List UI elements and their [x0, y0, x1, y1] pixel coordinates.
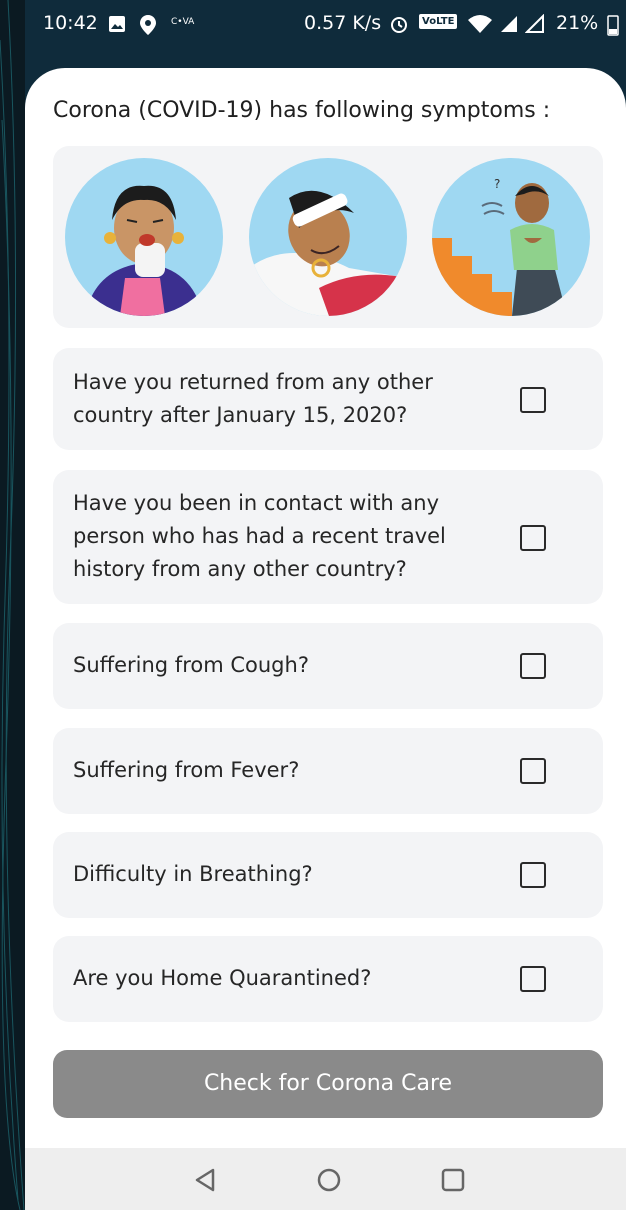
- back-icon[interactable]: [191, 1166, 219, 1194]
- location-icon: [140, 15, 156, 35]
- cough-checkbox[interactable]: [520, 653, 546, 679]
- question-label: Have you returned from any other country…: [73, 370, 433, 427]
- coughing-woman-illustration: [65, 158, 223, 316]
- contact-with-traveler-checkbox[interactable]: [520, 525, 546, 551]
- question-label: Difficulty in Breathing?: [73, 862, 313, 886]
- check-corona-care-button[interactable]: Check for Corona Care: [53, 1050, 603, 1118]
- fever-checkbox[interactable]: [520, 758, 546, 784]
- returned-from-abroad-checkbox[interactable]: [520, 387, 546, 413]
- network-speed: 0.57 K/s: [304, 12, 382, 34]
- recents-icon[interactable]: [439, 1166, 467, 1194]
- svg-text:?: ?: [494, 177, 500, 191]
- home-icon[interactable]: [315, 1166, 343, 1194]
- question-label: Have you been in contact with any person…: [73, 491, 446, 581]
- question-contact-with-traveler[interactable]: Have you been in contact with any person…: [53, 470, 603, 604]
- signal-icon: [501, 16, 517, 32]
- question-home-quarantined[interactable]: Are you Home Quarantined?: [53, 936, 603, 1022]
- page-title: Corona (COVID-19) has following symptoms…: [53, 98, 551, 123]
- breathless-man-on-stairs-illustration: ?: [432, 158, 590, 316]
- symptom-sheet: Corona (COVID-19) has following symptoms…: [25, 68, 626, 1158]
- battery-percent: 21%: [556, 12, 599, 34]
- battery-icon: [607, 15, 619, 36]
- home-quarantined-checkbox[interactable]: [520, 966, 546, 992]
- question-label: Suffering from Cough?: [73, 653, 309, 677]
- question-returned-from-abroad[interactable]: Have you returned from any other country…: [53, 348, 603, 450]
- symptom-illustrations: ?: [53, 146, 603, 328]
- question-breathing[interactable]: Difficulty in Breathing?: [53, 832, 603, 918]
- phone-screen: 10:42 C•VA 0.57 K/s VoLTE 21% Corona (CO…: [25, 0, 626, 1210]
- volte-badge: VoLTE: [419, 14, 458, 29]
- carrier-tag: C•VA: [171, 17, 195, 27]
- gallery-icon: [109, 16, 125, 32]
- wifi-icon: [468, 15, 492, 33]
- question-label: Are you Home Quarantined?: [73, 966, 372, 990]
- alarm-icon: [391, 17, 407, 33]
- question-label: Suffering from Fever?: [73, 758, 300, 782]
- navigation-bar: [25, 1148, 626, 1210]
- question-cough[interactable]: Suffering from Cough?: [53, 623, 603, 709]
- status-bar: 10:42 C•VA 0.57 K/s VoLTE 21%: [25, 0, 626, 56]
- fever-woman-in-bed-illustration: [249, 158, 407, 316]
- status-time: 10:42: [43, 12, 98, 34]
- question-fever[interactable]: Suffering from Fever?: [53, 728, 603, 814]
- signal-2-icon: [525, 14, 544, 33]
- breathing-checkbox[interactable]: [520, 862, 546, 888]
